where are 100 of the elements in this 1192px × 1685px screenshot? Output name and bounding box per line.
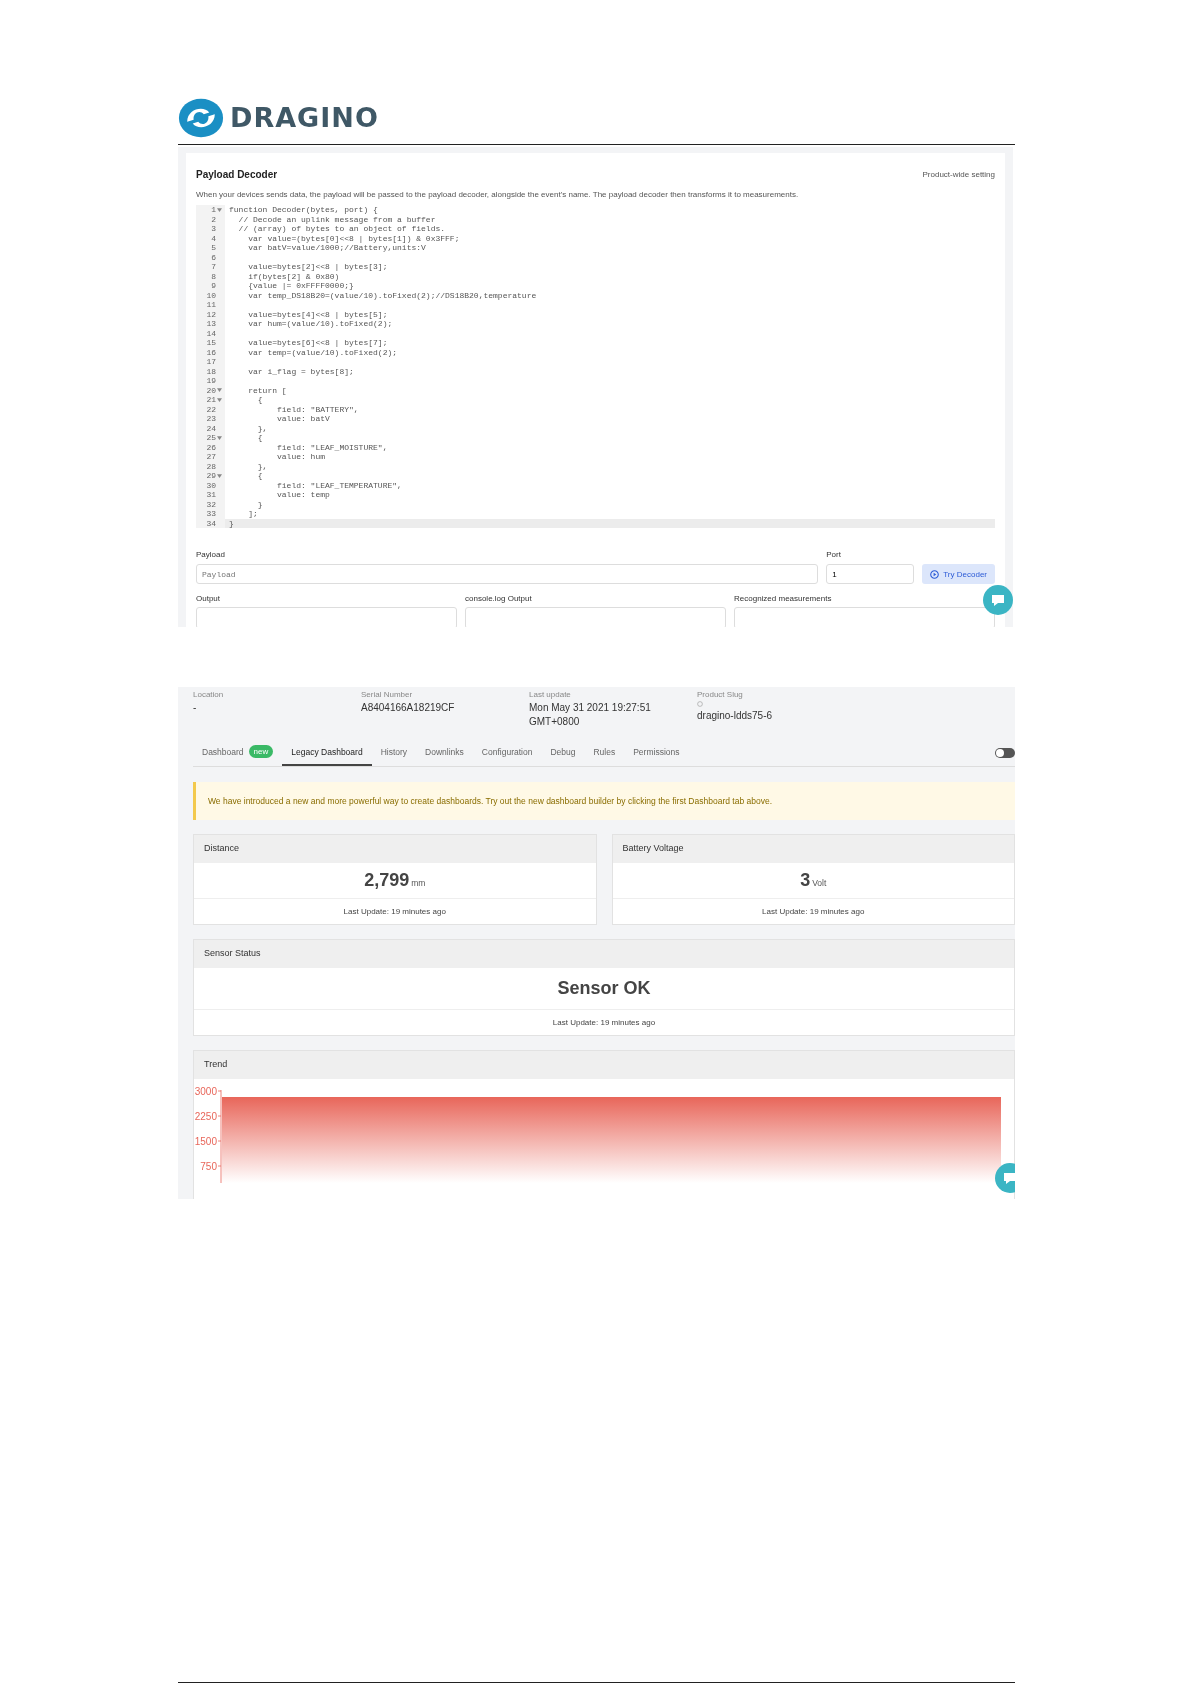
code-line: var batV=value/1000;//Battery,units:V (247, 243, 426, 253)
line-number: 19 (206, 376, 216, 386)
new-badge: new (248, 745, 274, 758)
fold-caret-icon[interactable] (217, 473, 222, 478)
tab[interactable]: Permissions (624, 739, 689, 766)
line-number: 32 (206, 499, 216, 509)
line-number: 13 (206, 319, 216, 329)
line-number: 34 (206, 518, 216, 528)
line-number: 17 (206, 357, 216, 367)
code-line: // (array) of bytes to an object of fields. (237, 224, 446, 234)
tab[interactable]: Rules (584, 739, 625, 766)
tab[interactable]: Downlinks (416, 739, 473, 766)
line-number: 24 (206, 423, 216, 433)
line-number: 16 (206, 347, 216, 357)
info-value: Mon May 31 2021 19:27:51 GMT+0800 (529, 701, 652, 729)
payload-field[interactable]: Payload (196, 564, 819, 584)
code-line: var temp_DS18B20=(value/10).toFixed(2);//DS18B20,temperature (247, 290, 537, 300)
line-number: 29 (206, 471, 216, 481)
code-line: var i_flag = bytes[8]; (247, 366, 354, 376)
line-number: 10 (206, 290, 216, 300)
line-number: 31 (206, 490, 216, 500)
decoder-title: Payload Decoder (196, 169, 278, 180)
line-number: 11 (206, 300, 216, 310)
axis-tick-label: 750 (200, 1160, 217, 1172)
widget-title: Sensor Status (194, 940, 1014, 968)
info-label: Serial Number (361, 690, 414, 699)
widget-value: 2,799 (364, 870, 410, 891)
try-decoder-button[interactable]: Try Decoder (922, 564, 995, 584)
info-label: Last update (529, 690, 572, 699)
line-number: 8 (211, 271, 216, 281)
line-number: 6 (211, 252, 216, 262)
code-line: var value=(bytes[0]<<8 | bytes[1]) & 0x3FFF; (247, 233, 460, 243)
axis-tick-label: 3000 (194, 1085, 217, 1097)
play-icon (930, 569, 940, 579)
setting-link[interactable]: Product-wide setting (922, 170, 995, 179)
info-banner: We have introduced a new and more powerful way to create dashboards. Try out the new dashboard builder by clicking the first Dashboard tab above. (193, 782, 1015, 820)
code-line: return [ (247, 385, 287, 395)
code-line: var temp=(value/10).toFixed(2); (247, 347, 398, 357)
line-number: 1 (211, 205, 216, 215)
code-line: { (256, 395, 263, 405)
code-line: // Decode an uplink message from a buffer (237, 214, 436, 224)
logo-text: DRAGINO (230, 102, 379, 133)
axis-tick-label: 1500 (194, 1135, 217, 1147)
tab[interactable]: Dashboard new (193, 739, 283, 766)
code-line: }, (256, 461, 268, 471)
code-line: value: hum (276, 452, 325, 462)
line-number: 21 (206, 395, 216, 405)
widget-title: Battery Voltage (612, 835, 1014, 863)
widget-title: Trend (194, 1051, 1014, 1079)
code-line: field: "LEAF_TEMPERATURE", (276, 480, 402, 490)
line-number: 18 (206, 366, 216, 376)
port-label: Port (826, 550, 842, 559)
code-line: } (256, 499, 263, 509)
code-line: function Decoder(bytes, port) { (228, 205, 378, 215)
line-number: 15 (206, 338, 216, 348)
tab[interactable]: Legacy Dashboard (282, 739, 372, 766)
info-value: dragino-ldds75-6 (697, 709, 774, 723)
output-label: Output (196, 594, 221, 603)
fold-caret-icon[interactable] (217, 207, 222, 212)
widget-title: Distance (194, 835, 596, 863)
code-line: { (256, 471, 263, 481)
status-value: Sensor OK (557, 977, 651, 1000)
code-line: }, (256, 423, 268, 433)
chat-icon[interactable] (983, 585, 1013, 615)
line-number: 3 (211, 224, 216, 234)
widget-value: 3 (800, 870, 811, 891)
tab[interactable]: History (371, 739, 417, 766)
widget-unit: Volt (812, 878, 827, 888)
port-field[interactable]: 1 (826, 564, 915, 584)
code-line: value=bytes[6]<<8 | bytes[7]; (247, 338, 388, 348)
output-label: Recognized measurements (734, 594, 833, 603)
widget-unit: mm (411, 878, 426, 888)
line-number: 14 (206, 328, 216, 338)
fold-caret-icon[interactable] (217, 435, 222, 440)
code-line: value: batV (276, 414, 330, 424)
code-line: var hum=(value/10).toFixed(2); (247, 319, 393, 329)
info-value: - (193, 701, 198, 715)
code-line: } (228, 518, 234, 528)
line-number: 26 (206, 442, 216, 452)
code-line: {value |= 0xFFFF0000;} (247, 281, 354, 291)
code-line: value=bytes[2]<<8 | bytes[3]; (247, 262, 388, 272)
output-label: console.log Output (465, 594, 533, 603)
last-update-text: Last Update: 19 minutes ago (762, 907, 865, 916)
line-number: 7 (211, 262, 216, 272)
code-line: { (256, 433, 263, 443)
toggle-switch[interactable] (995, 747, 1015, 758)
tab[interactable]: Configuration (472, 739, 542, 766)
code-line: field: "BATTERY", (276, 404, 359, 414)
line-number: 27 (206, 452, 216, 462)
line-number: 20 (206, 385, 216, 395)
info-value: A8404166A18219CF (361, 701, 456, 715)
line-number: 33 (206, 509, 216, 519)
tab[interactable]: Debug (541, 739, 585, 766)
decoder-description: When your devices sends data, the payload will be passed to the payload decoder, alongside the event's name. The payload decoder then transforms it to measurements. (196, 190, 800, 199)
info-label: Product Slug (697, 690, 744, 699)
line-number: 22 (206, 404, 216, 414)
logo-icon (178, 96, 224, 139)
code-line: if(bytes[2] & 0x80) (247, 271, 340, 281)
line-number: 2 (211, 214, 216, 224)
line-number: 23 (206, 414, 216, 424)
